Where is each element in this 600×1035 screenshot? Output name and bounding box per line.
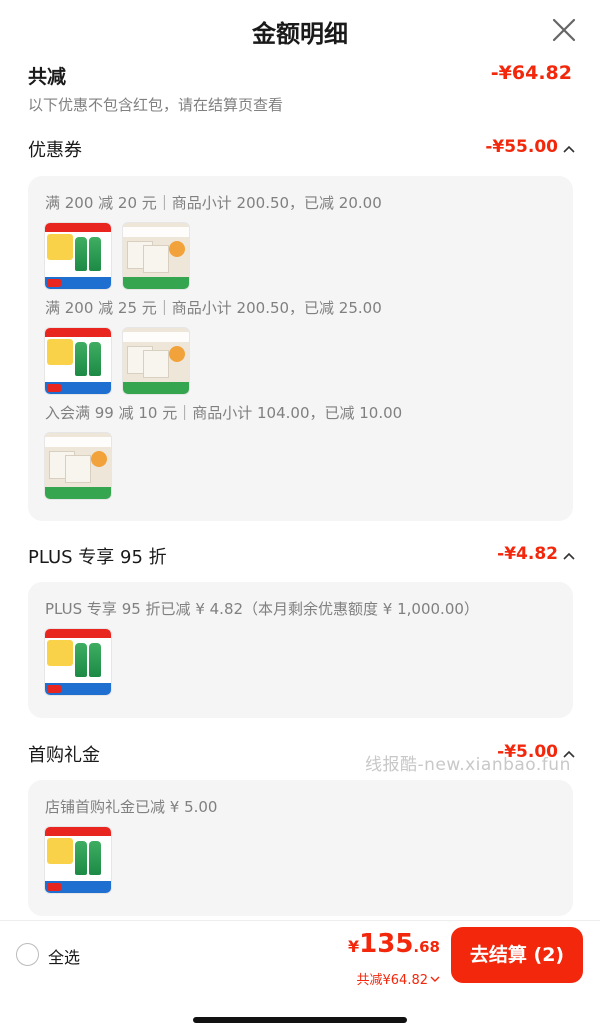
select-all-label: 全选 (48, 948, 81, 967)
total-price: ¥135.68 (348, 929, 440, 959)
plus-rule: PLUS 专享 95 折已减 ¥ 4.82（本月剩余优惠额度 ¥ 1,000.0… (45, 600, 479, 618)
coupon-card: 满 200 减 20 元｜商品小计 200.50，已减 20.00 满 200 … (28, 176, 573, 521)
chevron-down-icon (430, 976, 440, 982)
product-thumb-detergent[interactable] (44, 628, 112, 696)
gift-card: 店铺首购礼金已减 ¥ 5.00 (28, 780, 573, 916)
caret-up-icon[interactable] (562, 142, 576, 156)
product-thumb-detergent[interactable] (44, 222, 112, 290)
total-label: 共减 (28, 66, 67, 88)
checkout-bar: 全选 ¥135.68 共减¥64.82 去结算 (2) (0, 920, 600, 1035)
sheet-header: 金额明细 (0, 0, 600, 64)
price-currency: ¥ (348, 937, 360, 956)
coupon-section-header[interactable]: 优惠券 -¥55.00 (28, 136, 576, 164)
product-thumb-tissue[interactable] (44, 432, 112, 500)
coupon-rule-1: 满 200 减 20 元｜商品小计 200.50，已减 20.00 (45, 194, 382, 212)
checkout-button[interactable]: 去结算 (2) (451, 927, 583, 983)
total-amount: -¥64.82 (490, 64, 572, 84)
coupon-rule-2: 满 200 减 25 元｜商品小计 200.50，已减 25.00 (45, 299, 382, 317)
product-thumb-detergent[interactable] (44, 327, 112, 395)
price-decimal: .68 (413, 938, 440, 956)
watermark: 线报酷-new.xianbao.fun (365, 755, 571, 775)
radio-icon[interactable] (16, 943, 39, 966)
plus-section-amount: -¥4.82 (497, 544, 558, 564)
plus-section-title: PLUS 专享 95 折 (28, 547, 167, 568)
coupon-section-amount: -¥55.00 (485, 137, 558, 157)
caret-up-icon[interactable] (562, 549, 576, 563)
discount-summary-toggle[interactable]: 共减¥64.82 (357, 969, 441, 988)
gift-rule: 店铺首购礼金已减 ¥ 5.00 (45, 798, 218, 816)
discount-summary: 共减¥64.82 (356, 973, 429, 988)
page-title: 金额明细 (252, 20, 348, 48)
plus-card: PLUS 专享 95 折已减 ¥ 4.82（本月剩余优惠额度 ¥ 1,000.0… (28, 582, 573, 718)
plus-section-header[interactable]: PLUS 专享 95 折 -¥4.82 (28, 543, 576, 571)
close-icon[interactable] (550, 16, 578, 44)
product-thumb-tissue[interactable] (122, 327, 190, 395)
discount-detail-list[interactable]: 共减 -¥64.82 以下优惠不包含红包，请在结算页查看 优惠券 -¥55.00… (0, 64, 600, 920)
gift-section-title: 首购礼金 (28, 745, 100, 766)
coupon-rule-3: 入会满 99 减 10 元｜商品小计 104.00，已减 10.00 (45, 404, 403, 422)
product-thumb-detergent[interactable] (44, 826, 112, 894)
coupon-section-title: 优惠券 (28, 140, 82, 161)
home-indicator[interactable] (193, 1017, 407, 1023)
price-integer: 135 (359, 929, 414, 959)
red-packet-note: 以下优惠不包含红包，请在结算页查看 (28, 96, 284, 114)
product-thumb-tissue[interactable] (122, 222, 190, 290)
total-discount-row: 共减 -¥64.82 (28, 64, 572, 90)
